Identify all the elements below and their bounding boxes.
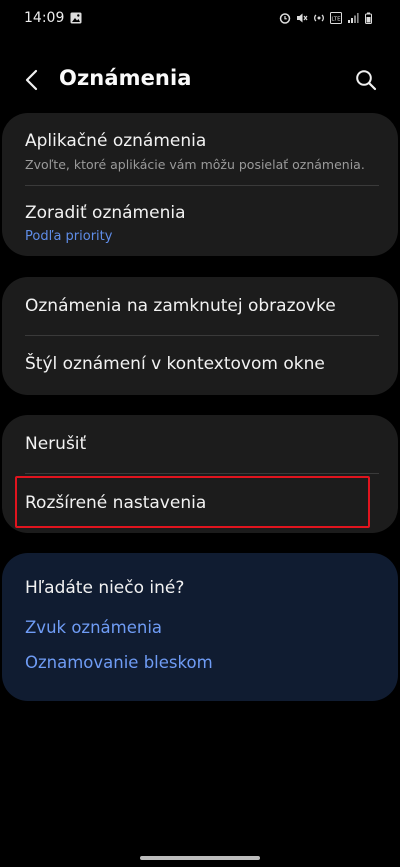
back-button[interactable]	[18, 66, 46, 94]
divider	[25, 335, 379, 336]
popup-style-item[interactable]: Štýl oznámení v kontextovom okne	[2, 354, 398, 394]
settings-card-1: Aplikačné oznámenia Zvoľte, ktoré apliká…	[2, 113, 398, 256]
image-icon	[70, 12, 82, 24]
signal-icon	[348, 13, 359, 23]
app-header: Oznámenia	[0, 52, 400, 108]
lock-screen-notifications-item[interactable]: Oznámenia na zamknutej obrazovke	[2, 296, 398, 336]
gesture-nav-bar[interactable]	[140, 856, 260, 860]
item-title: Aplikačné oznámenia	[25, 131, 207, 151]
status-bar: 14:09 LTE	[0, 0, 400, 36]
page-title: Oznámenia	[59, 66, 192, 90]
suggestions-title: Hľadáte niečo iné?	[25, 578, 185, 598]
hotspot-icon	[314, 14, 324, 22]
divider	[25, 185, 379, 186]
settings-card-3: Nerušiť Rozšírené nastavenia	[2, 415, 398, 533]
svg-text:LTE: LTE	[331, 16, 341, 22]
settings-card-2: Oznámenia na zamknutej obrazovke Štýl oz…	[2, 277, 398, 395]
app-notifications-item[interactable]: Aplikačné oznámenia Zvoľte, ktoré apliká…	[2, 131, 398, 191]
search-icon	[356, 70, 377, 91]
divider	[25, 473, 379, 474]
item-title: Nerušiť	[25, 434, 87, 454]
status-time: 14:09	[24, 10, 65, 26]
notification-sound-link[interactable]: Zvuk oznámenia	[25, 618, 162, 637]
item-subtitle: Zvoľte, ktoré aplikácie vám môžu posiela…	[25, 157, 365, 172]
battery-icon	[365, 12, 372, 24]
alarm-icon	[279, 13, 291, 24]
item-title: Zoradiť oznámenia	[25, 203, 186, 223]
item-title: Rozšírené nastavenia	[25, 493, 207, 513]
item-title: Oznámenia na zamknutej obrazovke	[25, 296, 336, 316]
search-button[interactable]	[352, 66, 380, 94]
item-title: Štýl oznámení v kontextovom okne	[25, 354, 325, 374]
mute-icon	[297, 13, 308, 23]
suggestions-card: Hľadáte niečo iné? Zvuk oznámenia Oznamo…	[2, 553, 398, 701]
advanced-settings-item[interactable]: Rozšírené nastavenia	[2, 493, 398, 533]
volte-icon: LTE	[330, 12, 342, 24]
item-value: Podľa priority	[25, 229, 113, 244]
do-not-disturb-item[interactable]: Nerušiť	[2, 434, 398, 474]
sort-notifications-item[interactable]: Zoradiť oznámenia Podľa priority	[2, 203, 398, 253]
chevron-left-icon	[25, 69, 38, 91]
flash-notification-link[interactable]: Oznamovanie bleskom	[25, 653, 213, 672]
